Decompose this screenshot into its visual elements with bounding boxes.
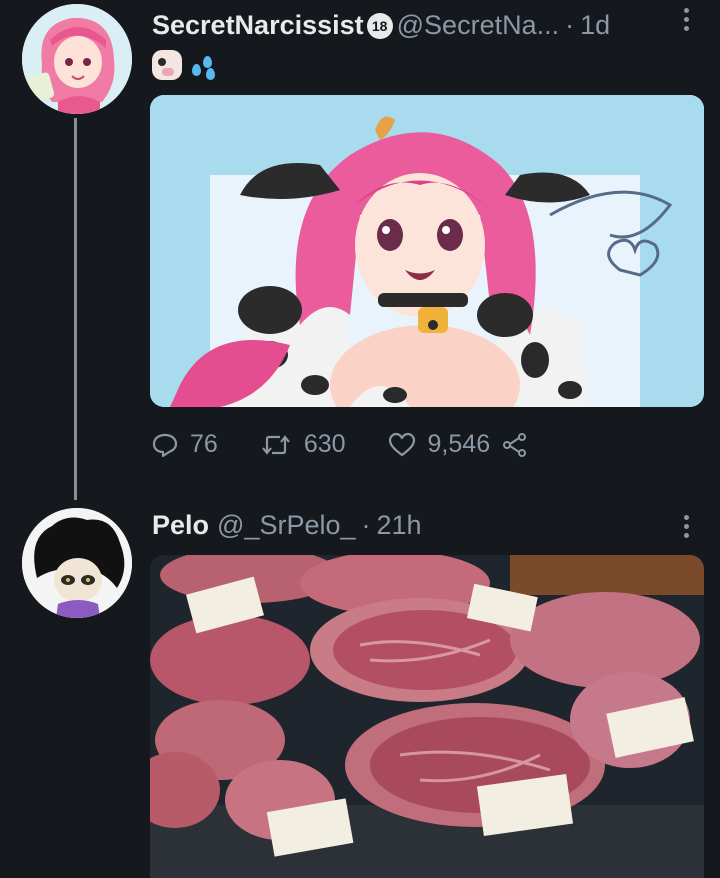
share-button[interactable]	[502, 432, 528, 458]
display-name[interactable]: SecretNarcissist	[152, 10, 364, 41]
avatar[interactable]	[22, 508, 132, 618]
cow-face-icon	[152, 50, 182, 80]
like-icon	[388, 432, 415, 456]
handle[interactable]: @SecretNa...	[397, 10, 559, 41]
reply-button[interactable]: 76	[152, 430, 218, 459]
retweet-count: 630	[303, 430, 346, 458]
timestamp[interactable]: 1d	[580, 10, 610, 41]
retweet-button[interactable]: 630	[260, 430, 346, 459]
sweat-droplets-icon	[188, 50, 218, 80]
tweet-image[interactable]	[150, 555, 704, 878]
more-icon[interactable]	[682, 515, 690, 542]
reply-icon	[152, 433, 178, 457]
thread-line	[74, 118, 77, 500]
reply-count: 76	[190, 430, 218, 458]
separator: ·	[361, 510, 371, 540]
like-count: 9,546	[427, 430, 491, 458]
separator: ·	[565, 10, 575, 40]
avatar[interactable]	[22, 4, 132, 114]
tweet-header: Pelo @_SrPelo_ · 21h	[152, 510, 422, 541]
tweet-image[interactable]	[150, 95, 704, 407]
share-icon	[503, 432, 527, 457]
tweet-header: SecretNarcissist 18 @SecretNa... · 1d	[152, 10, 610, 41]
timestamp[interactable]: 21h	[377, 510, 422, 541]
retweet-icon	[261, 434, 290, 455]
more-icon[interactable]	[682, 8, 690, 35]
age-badge: 18	[366, 12, 393, 39]
handle[interactable]: @_SrPelo_	[217, 510, 355, 541]
tweet-actions: 76 630 9,546	[152, 430, 570, 459]
tweet-text	[152, 50, 218, 80]
like-button[interactable]: 9,546	[388, 430, 491, 459]
display-name[interactable]: Pelo	[152, 510, 209, 541]
